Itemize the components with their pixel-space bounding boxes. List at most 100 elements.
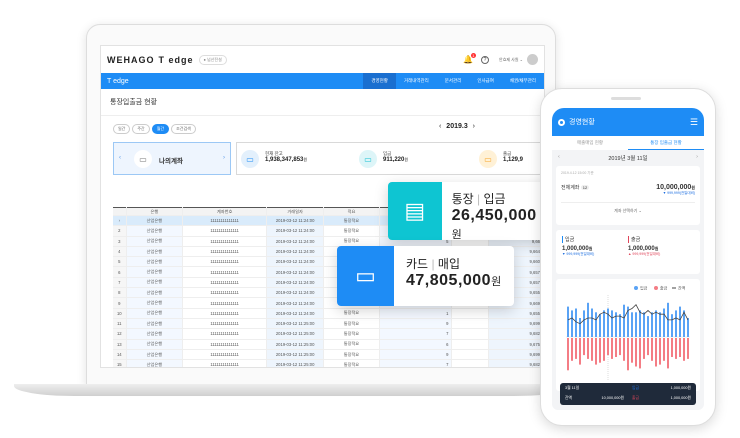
card-title-1: 카드 [406,257,429,271]
summary-unit: 원 [303,157,308,162]
period-monthly[interactable]: 월간 [151,124,170,134]
summary-unit: 원 [404,157,409,162]
column-header[interactable]: 계좌번호 [182,207,268,216]
avatar[interactable] [527,54,538,65]
column-header[interactable]: 적요 [323,207,380,216]
table-cell: 2019-03-12 11:25:00 [266,339,325,350]
nav-item-payroll[interactable]: 인사급여 [469,73,502,89]
table-cell: 11111111111111 [182,246,268,258]
table-cell: 7 [379,359,453,367]
prev-day-button[interactable]: ‹ [558,154,560,162]
asof-text: 2019.4.12 15:00 기준 [561,171,594,175]
account-card[interactable]: ‹ ▭ 나의계좌 › [113,142,231,175]
inflow-bar [591,308,593,337]
inflow-bar [679,306,681,337]
table-row[interactable]: 11 산업은행 11111111111111 2019-03-12 11:25:00 통… [113,318,544,330]
card-unit: 원 [491,276,502,288]
outflow-bar [643,338,645,359]
table-cell: 9,675 [488,339,544,350]
next-account-icon[interactable]: › [223,155,225,161]
tedge-logo: T edge [158,54,194,65]
outflow-bar [591,338,593,361]
column-header[interactable] [113,207,127,216]
period-weekly[interactable]: 주간 [132,124,150,134]
inflow-bar [579,318,581,337]
user-menu[interactable]: 안효제 사원 ⌄ [499,57,523,63]
table-cell: 산업은행 [126,297,184,309]
inflow-bar [647,316,649,337]
company-badge[interactable]: ● 넘산전설 [198,54,227,65]
table-cell: 11111111111111 [182,339,268,350]
period-search[interactable]: 조건검색 [171,124,196,134]
outflow-bar [619,338,621,356]
nav-item-documents[interactable]: 문서관리 [437,73,470,89]
nav-item-receivables[interactable]: 채권/채무관리 [502,73,544,89]
table-cell: 4 [113,246,127,258]
inflow-bar [651,312,653,337]
table-cell: 9,699 [488,318,544,330]
table-cell: 통장적요 [323,215,380,227]
table-cell: 산업은행 [126,266,184,278]
column-header[interactable]: 거래일자 [266,207,325,216]
prev-account-icon[interactable]: ‹ [119,155,121,161]
nav-item-dashboard[interactable]: 경영현황 [363,73,396,89]
table-cell: 산업은행 [126,308,184,319]
table-cell [451,328,489,340]
deposit-title-1: 통장 [451,192,474,206]
deposit-unit: 원 [451,229,463,240]
app-logo-icon [558,118,565,126]
table-cell: 11111111111111 [182,266,268,278]
inflow-bar [655,310,657,337]
table-cell: 산업은행 [126,277,184,289]
table-row[interactable]: 14 산업은행 11111111111111 2019-03-12 11:25:00 통… [113,349,544,361]
account-icon: ▭ [134,150,152,168]
nav-brand: T edge [107,77,129,85]
table-cell: 11111111111111 [182,256,268,268]
inflow-bar [567,306,569,337]
column-header[interactable]: 은행 [126,207,184,216]
inflow-bar [587,302,589,337]
table-cell: 산업은행 [126,236,184,247]
table-cell [451,308,489,319]
menu-icon[interactable]: ☰ [690,117,698,128]
summary-item: ▭ 출금 1,129,9 [479,149,544,169]
table-cell: 산업은행 [126,215,184,227]
table-cell: 통장적요 [323,225,380,237]
table-cell: 산업은행 [126,246,184,258]
outflow-bar [595,338,597,365]
tab-bank[interactable]: 통장 입출금 현황 [628,136,704,150]
outflow-bar [615,338,617,357]
table-row[interactable]: 13 산업은행 11111111111111 2019-03-12 11:25:00 통… [113,339,544,350]
wehago-logo[interactable]: WEHAGO [107,55,155,65]
deposit-title-2: 입금 [483,192,506,206]
table-row[interactable]: 10 산업은행 11111111111111 2019-03-12 11:24:00 통… [113,308,544,319]
tab-sales[interactable]: 매출매입 현황 [552,136,628,150]
outflow-bar [599,338,601,363]
prev-month-button[interactable]: ‹ [439,123,441,130]
summary-value: 911,220 [383,157,405,163]
card-amount: 47,805,000 [406,272,492,289]
legend-marker [654,286,658,290]
next-day-button[interactable]: › [696,154,698,162]
summary-icon: ▭ [359,150,377,168]
nav-item-transactions[interactable]: 거래내역관리 [396,73,437,89]
chart-tooltip: 3월 11일 입금 1,000,000원 잔액 10,000,000원 출금 1,00… [560,383,696,405]
bell-icon[interactable]: 🔔 1 [463,53,477,64]
next-month-button[interactable]: › [473,123,475,130]
laptop-base [14,384,574,396]
table-cell: 산업은행 [126,287,184,299]
table-cell: 11111111111111 [182,225,268,237]
inflow-bar [583,310,585,337]
mobile-header: 경영현황 ☰ [552,108,704,136]
table-row[interactable]: 12 산업은행 11111111111111 2019-03-12 11:25:00 통… [113,328,544,340]
outflow-bar [683,338,685,361]
help-icon[interactable]: ? [481,55,490,64]
table-row[interactable]: 15 산업은행 11111111111111 2019-03-12 11:25:00 통… [113,359,544,367]
select-accounts-button[interactable]: 계좌 선택하기 ⌄ [561,202,695,214]
mobile-app: 경영현황 ☰ 매출매입 현황 통장 입출금 현황 ‹ 2019년 3월 11일 … [552,108,704,410]
month-selector: ‹ 2019.3 › [439,123,475,130]
table-cell: 2019-03-12 11:24:00 [266,225,325,237]
period-daily[interactable]: 일간 [113,124,131,134]
outflow-bar [671,338,673,357]
table-cell: 산업은행 [126,349,184,361]
